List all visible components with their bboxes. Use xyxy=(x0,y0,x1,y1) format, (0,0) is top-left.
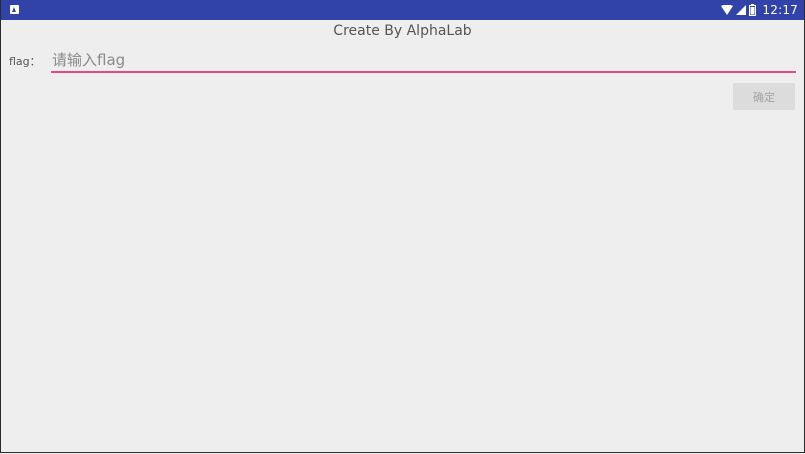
app-window: 12:17 Create By AlphaLab flag： 确定 xyxy=(0,0,805,453)
status-clock: 12:17 xyxy=(762,3,798,17)
status-bar: 12:17 xyxy=(1,0,804,20)
flag-input[interactable] xyxy=(51,49,796,73)
wifi-icon xyxy=(721,5,734,15)
notification-icon xyxy=(10,5,19,14)
battery-icon xyxy=(749,4,757,16)
flag-input-container xyxy=(51,49,796,73)
flag-label: flag： xyxy=(9,55,41,68)
signal-icon xyxy=(736,5,747,15)
confirm-button[interactable]: 确定 xyxy=(733,83,795,110)
status-indicators: 12:17 xyxy=(721,0,798,20)
app-title: Create By AlphaLab xyxy=(333,23,472,39)
